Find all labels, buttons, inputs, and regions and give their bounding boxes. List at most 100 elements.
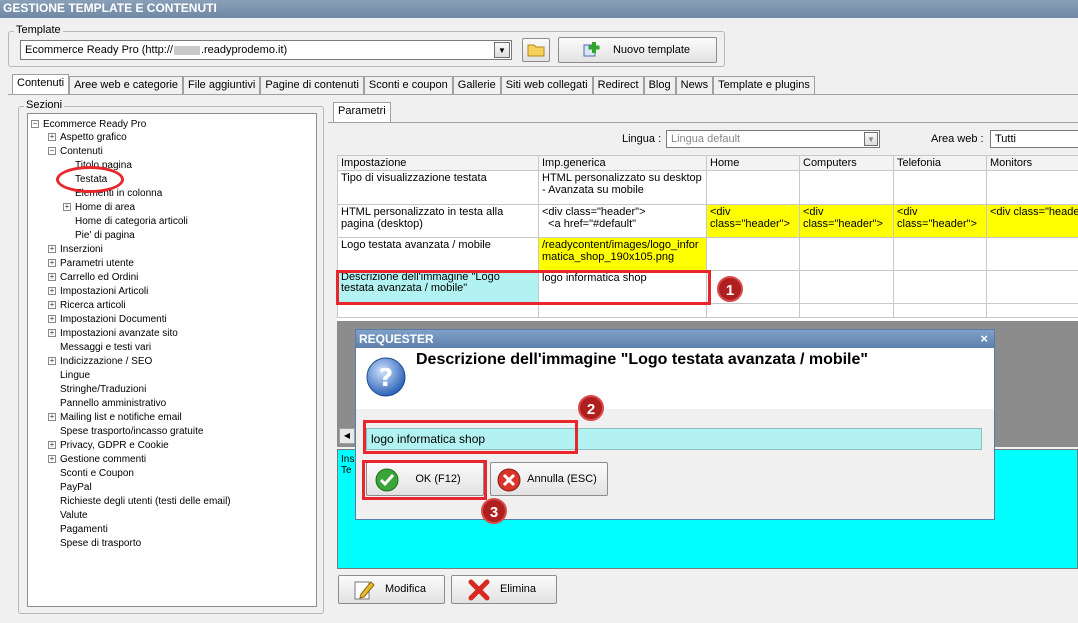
tree-item[interactable]: + Indicizzazione / SEO: [48, 355, 152, 369]
cell-name[interactable]: HTML personalizzato in testa alla pagina…: [337, 204, 539, 238]
tab-pagine-contenuti[interactable]: Pagine di contenuti: [260, 76, 364, 94]
expand-icon[interactable]: +: [48, 259, 56, 268]
tree-item[interactable]: + Gestione commenti: [48, 453, 146, 467]
tree-item[interactable]: Sconti e Coupon: [48, 467, 134, 481]
col-header-monitors[interactable]: Monitors: [986, 155, 1078, 171]
elimina-button[interactable]: Elimina: [451, 575, 557, 604]
tab-redirect[interactable]: Redirect: [592, 76, 644, 94]
cell-home[interactable]: <div class="header">: [706, 204, 800, 238]
cell-generic[interactable]: /readycontent/images/logo_informatica_sh…: [538, 237, 707, 271]
tab-contenuti[interactable]: Contenuti: [12, 74, 70, 94]
tab-gallerie[interactable]: Gallerie: [452, 76, 501, 94]
tree-item[interactable]: Spese trasporto/incasso gratuite: [48, 425, 203, 439]
tree-item[interactable]: + Home di area: [63, 201, 135, 215]
template-select[interactable]: Ecommerce Ready Pro (http:// .readyprodem…: [20, 40, 512, 60]
cell-monitors[interactable]: [986, 237, 1078, 271]
tree-item[interactable]: Spese di trasporto: [48, 537, 141, 551]
tab-file-aggiuntivi[interactable]: File aggiuntivi: [183, 76, 261, 94]
tab-sconti-coupon[interactable]: Sconti e coupon: [363, 76, 453, 94]
modifica-button[interactable]: Modifica: [338, 575, 445, 604]
tree-item[interactable]: + Inserzioni: [48, 243, 103, 257]
tree-item[interactable]: Lingue: [48, 369, 90, 383]
tree-item[interactable]: + Mailing list e notifiche email: [48, 411, 182, 425]
cell-computers[interactable]: [799, 170, 894, 205]
chevron-down-icon[interactable]: ▼: [864, 132, 878, 146]
tree-item[interactable]: + Privacy, GDPR e Cookie: [48, 439, 169, 453]
scroll-left-button[interactable]: ◀: [339, 428, 355, 444]
tab-parametri[interactable]: Parametri: [333, 102, 391, 122]
tab-template-plugins[interactable]: Template e plugins: [713, 76, 815, 94]
cell-home[interactable]: [706, 170, 800, 205]
tree-item[interactable]: PayPal: [48, 481, 92, 495]
tree-root[interactable]: − Ecommerce Ready Pro: [31, 118, 146, 132]
expand-icon[interactable]: +: [48, 413, 56, 422]
collapse-icon[interactable]: −: [48, 147, 56, 156]
col-header-imp-generica[interactable]: Imp.generica: [538, 155, 707, 171]
cell-home[interactable]: [706, 237, 800, 271]
cell-telefonia[interactable]: [893, 170, 987, 205]
col-header-impostazione[interactable]: Impostazione: [337, 155, 539, 171]
col-header-telefonia[interactable]: Telefonia: [893, 155, 987, 171]
tree-item[interactable]: − Contenuti: [48, 145, 103, 159]
cell-name[interactable]: Logo testata avanzata / mobile: [337, 237, 539, 271]
cell-name[interactable]: Tipo di visualizzazione testata: [337, 170, 539, 205]
tree-item[interactable]: Pie' di pagina: [63, 229, 135, 243]
tree-item[interactable]: Home di categoria articoli: [63, 215, 188, 229]
expand-icon[interactable]: +: [48, 357, 56, 366]
expand-icon[interactable]: +: [48, 245, 56, 254]
table-row[interactable]: Tipo di visualizzazione testata HTML per…: [337, 170, 1078, 205]
tree-item[interactable]: + Parametri utente: [48, 257, 134, 271]
tab-siti-collegati[interactable]: Siti web collegati: [500, 76, 593, 94]
expand-icon[interactable]: +: [48, 301, 56, 310]
cell-telefonia[interactable]: [893, 237, 987, 271]
table-row[interactable]: Logo testata avanzata / mobile /readycon…: [337, 237, 1078, 271]
col-header-home[interactable]: Home: [706, 155, 800, 171]
tab-aree-web[interactable]: Aree web e categorie: [69, 76, 184, 94]
table-row[interactable]: [337, 303, 1078, 318]
tree-item[interactable]: + Impostazioni avanzate sito: [48, 327, 178, 341]
open-folder-button[interactable]: [522, 38, 550, 62]
cell-telefonia[interactable]: [893, 270, 987, 304]
tree-item[interactable]: Pagamenti: [48, 523, 108, 537]
lingua-select[interactable]: Lingua default ▼: [666, 130, 880, 148]
expand-icon[interactable]: +: [48, 133, 56, 142]
cell-generic[interactable]: <div class="header"> <a href="#default": [538, 204, 707, 238]
tree-item-label: Impostazioni avanzate sito: [60, 328, 178, 339]
tree-item[interactable]: + Carrello ed Ordini: [48, 271, 138, 285]
tree-item[interactable]: Stringhe/Traduzioni: [48, 383, 146, 397]
expand-icon[interactable]: +: [48, 329, 56, 338]
cell-monitors[interactable]: <div class="header">: [986, 204, 1078, 238]
new-template-button[interactable]: Nuovo template: [558, 37, 717, 63]
tree-item[interactable]: + Aspetto grafico: [48, 131, 127, 145]
cell-monitors[interactable]: [986, 270, 1078, 304]
tree-item[interactable]: + Ricerca articoli: [48, 299, 126, 313]
area-web-select[interactable]: Tutti: [990, 130, 1078, 148]
cell-telefonia[interactable]: <div class="header">: [893, 204, 987, 238]
cancel-button[interactable]: Annulla (ESC): [490, 462, 608, 496]
tree-item[interactable]: + Impostazioni Documenti: [48, 313, 167, 327]
close-icon[interactable]: ×: [980, 331, 988, 346]
expand-icon[interactable]: +: [63, 203, 71, 212]
expand-icon[interactable]: +: [48, 315, 56, 324]
tree-item[interactable]: Messaggi e testi vari: [48, 341, 151, 355]
col-header-computers[interactable]: Computers: [799, 155, 894, 171]
table-row[interactable]: HTML personalizzato in testa alla pagina…: [337, 204, 1078, 238]
expand-icon[interactable]: +: [48, 441, 56, 450]
tree-item[interactable]: Valute: [48, 509, 88, 523]
cell-computers[interactable]: <div class="header">: [799, 204, 894, 238]
cell-computers[interactable]: [799, 270, 894, 304]
tree-item-label: Spese trasporto/incasso gratuite: [60, 426, 204, 437]
tree-item[interactable]: Pannello amministrativo: [48, 397, 166, 411]
cell-computers[interactable]: [799, 237, 894, 271]
expand-icon[interactable]: +: [48, 287, 56, 296]
tab-blog[interactable]: Blog: [643, 76, 676, 94]
cell-monitors[interactable]: [986, 170, 1078, 205]
tree-item[interactable]: + Impostazioni Articoli: [48, 285, 148, 299]
tree-item[interactable]: Richieste degli utenti (testi delle emai…: [48, 495, 231, 509]
tab-news[interactable]: News: [675, 76, 714, 94]
cell-generic[interactable]: HTML personalizzato su desktop - Avanzat…: [538, 170, 707, 205]
chevron-down-icon[interactable]: ▼: [494, 42, 510, 58]
expand-icon[interactable]: +: [48, 455, 56, 464]
tree-item-label: Carrello ed Ordini: [60, 272, 139, 283]
expand-icon[interactable]: +: [48, 273, 56, 282]
